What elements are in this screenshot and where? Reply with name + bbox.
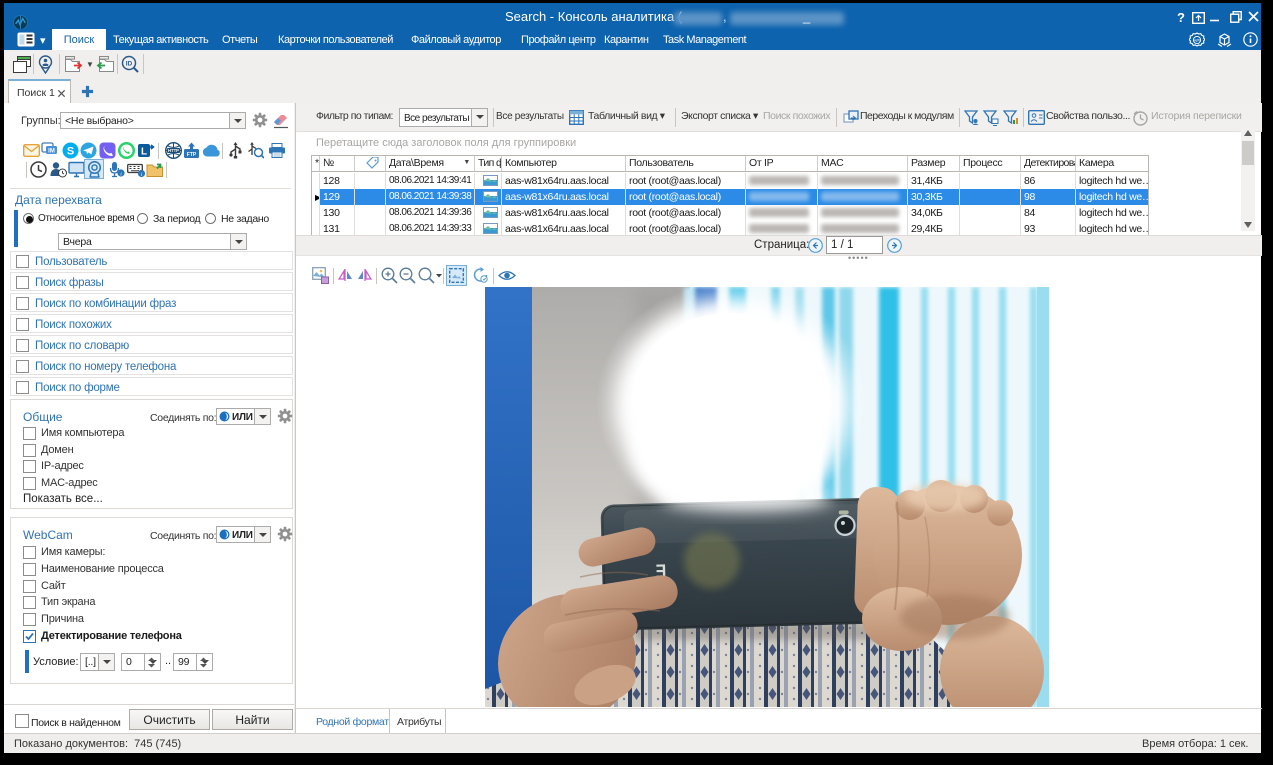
svg-text:HTTP: HTTP: [168, 148, 179, 153]
svg-text:IM: IM: [48, 149, 55, 155]
svg-text:S: S: [67, 146, 74, 158]
svg-text:FTP: FTP: [187, 152, 197, 158]
svg-text:L: L: [141, 147, 147, 158]
svg-text:ID: ID: [126, 61, 133, 68]
svg-text:API: API: [1194, 38, 1201, 43]
